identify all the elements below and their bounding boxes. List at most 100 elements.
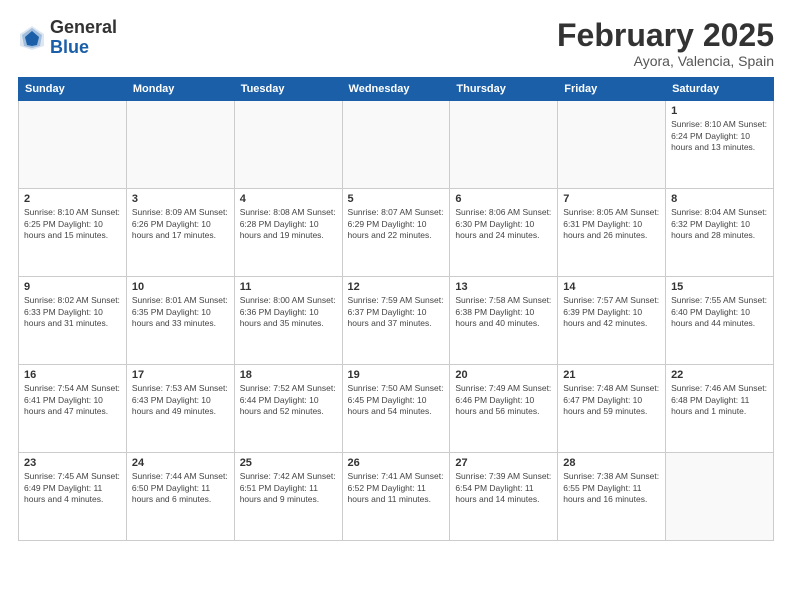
day-info: Sunrise: 7:58 AM Sunset: 6:38 PM Dayligh… [455, 295, 552, 329]
day-number: 13 [455, 281, 552, 293]
calendar-title: February 2025 [557, 18, 774, 53]
logo-text: General Blue [50, 18, 117, 58]
day-number: 2 [24, 193, 121, 205]
day-number: 4 [240, 193, 337, 205]
table-row: 21 Sunrise: 7:48 AM Sunset: 6:47 PM Dayli… [558, 365, 666, 453]
day-number: 12 [348, 281, 445, 293]
table-row: 22 Sunrise: 7:46 AM Sunset: 6:48 PM Dayli… [666, 365, 774, 453]
logo: General Blue [18, 18, 117, 58]
day-info: Sunrise: 8:08 AM Sunset: 6:28 PM Dayligh… [240, 207, 337, 241]
day-number: 27 [455, 457, 552, 469]
day-number: 23 [24, 457, 121, 469]
title-block: February 2025 Ayora, Valencia, Spain [557, 18, 774, 69]
day-number: 16 [24, 369, 121, 381]
day-info: Sunrise: 7:48 AM Sunset: 6:47 PM Dayligh… [563, 383, 660, 417]
day-info: Sunrise: 8:07 AM Sunset: 6:29 PM Dayligh… [348, 207, 445, 241]
col-wednesday: Wednesday [342, 78, 450, 101]
logo-icon [18, 24, 46, 52]
day-info: Sunrise: 7:45 AM Sunset: 6:49 PM Dayligh… [24, 471, 121, 505]
logo-general: General [50, 18, 117, 38]
day-number: 10 [132, 281, 229, 293]
table-row [342, 101, 450, 189]
table-row [19, 101, 127, 189]
day-info: Sunrise: 7:46 AM Sunset: 6:48 PM Dayligh… [671, 383, 768, 417]
day-number: 1 [671, 105, 768, 117]
day-info: Sunrise: 7:50 AM Sunset: 6:45 PM Dayligh… [348, 383, 445, 417]
table-row: 9 Sunrise: 8:02 AM Sunset: 6:33 PM Daylig… [19, 277, 127, 365]
table-row: 1 Sunrise: 8:10 AM Sunset: 6:24 PM Daylig… [666, 101, 774, 189]
day-info: Sunrise: 8:01 AM Sunset: 6:35 PM Dayligh… [132, 295, 229, 329]
table-row: 27 Sunrise: 7:39 AM Sunset: 6:54 PM Dayli… [450, 453, 558, 541]
table-row: 23 Sunrise: 7:45 AM Sunset: 6:49 PM Dayli… [19, 453, 127, 541]
table-row: 12Sunrise: 7:59 AM Sunset: 6:37 PM Dayli… [342, 277, 450, 365]
day-number: 6 [455, 193, 552, 205]
day-number: 26 [348, 457, 445, 469]
table-row [558, 101, 666, 189]
table-row [666, 453, 774, 541]
day-info: Sunrise: 7:53 AM Sunset: 6:43 PM Dayligh… [132, 383, 229, 417]
day-number: 22 [671, 369, 768, 381]
table-row: 15 Sunrise: 7:55 AM Sunset: 6:40 PM Dayli… [666, 277, 774, 365]
table-row: 26 Sunrise: 7:41 AM Sunset: 6:52 PM Dayli… [342, 453, 450, 541]
table-row: 6 Sunrise: 8:06 AM Sunset: 6:30 PM Daylig… [450, 189, 558, 277]
day-number: 15 [671, 281, 768, 293]
table-row: 20Sunrise: 7:49 AM Sunset: 6:46 PM Dayli… [450, 365, 558, 453]
day-number: 5 [348, 193, 445, 205]
table-row: 24 Sunrise: 7:44 AM Sunset: 6:50 PM Dayli… [126, 453, 234, 541]
table-row: 18 Sunrise: 7:52 AM Sunset: 6:44 PM Dayli… [234, 365, 342, 453]
day-number: 28 [563, 457, 660, 469]
day-info: Sunrise: 7:44 AM Sunset: 6:50 PM Dayligh… [132, 471, 229, 505]
day-number: 7 [563, 193, 660, 205]
day-info: Sunrise: 8:02 AM Sunset: 6:33 PM Dayligh… [24, 295, 121, 329]
day-number: 24 [132, 457, 229, 469]
day-info: Sunrise: 7:38 AM Sunset: 6:55 PM Dayligh… [563, 471, 660, 505]
day-number: 17 [132, 369, 229, 381]
table-row: 2 Sunrise: 8:10 AM Sunset: 6:25 PM Daylig… [19, 189, 127, 277]
col-monday: Monday [126, 78, 234, 101]
table-row [450, 101, 558, 189]
day-info: Sunrise: 8:00 AM Sunset: 6:36 PM Dayligh… [240, 295, 337, 329]
day-info: Sunrise: 8:10 AM Sunset: 6:24 PM Dayligh… [671, 119, 768, 153]
day-number: 21 [563, 369, 660, 381]
day-info: Sunrise: 7:52 AM Sunset: 6:44 PM Dayligh… [240, 383, 337, 417]
day-info: Sunrise: 7:39 AM Sunset: 6:54 PM Dayligh… [455, 471, 552, 505]
col-saturday: Saturday [666, 78, 774, 101]
calendar-week-row: 9 Sunrise: 8:02 AM Sunset: 6:33 PM Daylig… [19, 277, 774, 365]
col-tuesday: Tuesday [234, 78, 342, 101]
table-row: 17 Sunrise: 7:53 AM Sunset: 6:43 PM Dayli… [126, 365, 234, 453]
calendar-header-row: Sunday Monday Tuesday Wednesday Thursday… [19, 78, 774, 101]
calendar-table: Sunday Monday Tuesday Wednesday Thursday… [18, 77, 774, 541]
table-row: 16Sunrise: 7:54 AM Sunset: 6:41 PM Dayli… [19, 365, 127, 453]
day-number: 25 [240, 457, 337, 469]
table-row: 3Sunrise: 8:09 AM Sunset: 6:26 PM Daylig… [126, 189, 234, 277]
table-row: 7Sunrise: 8:05 AM Sunset: 6:31 PM Daylig… [558, 189, 666, 277]
logo-blue: Blue [50, 38, 117, 58]
day-number: 9 [24, 281, 121, 293]
table-row [126, 101, 234, 189]
day-info: Sunrise: 8:10 AM Sunset: 6:25 PM Dayligh… [24, 207, 121, 241]
day-info: Sunrise: 8:04 AM Sunset: 6:32 PM Dayligh… [671, 207, 768, 241]
calendar-week-row: 2 Sunrise: 8:10 AM Sunset: 6:25 PM Daylig… [19, 189, 774, 277]
day-info: Sunrise: 7:55 AM Sunset: 6:40 PM Dayligh… [671, 295, 768, 329]
table-row: 13 Sunrise: 7:58 AM Sunset: 6:38 PM Dayli… [450, 277, 558, 365]
page-header: General Blue February 2025 Ayora, Valenc… [18, 18, 774, 69]
table-row: 11 Sunrise: 8:00 AM Sunset: 6:36 PM Dayli… [234, 277, 342, 365]
day-info: Sunrise: 7:57 AM Sunset: 6:39 PM Dayligh… [563, 295, 660, 329]
table-row: 5 Sunrise: 8:07 AM Sunset: 6:29 PM Daylig… [342, 189, 450, 277]
calendar-week-row: 16Sunrise: 7:54 AM Sunset: 6:41 PM Dayli… [19, 365, 774, 453]
col-friday: Friday [558, 78, 666, 101]
day-info: Sunrise: 7:41 AM Sunset: 6:52 PM Dayligh… [348, 471, 445, 505]
day-number: 19 [348, 369, 445, 381]
day-info: Sunrise: 7:42 AM Sunset: 6:51 PM Dayligh… [240, 471, 337, 505]
calendar-subtitle: Ayora, Valencia, Spain [557, 53, 774, 69]
day-number: 8 [671, 193, 768, 205]
day-number: 11 [240, 281, 337, 293]
day-info: Sunrise: 7:49 AM Sunset: 6:46 PM Dayligh… [455, 383, 552, 417]
table-row: 14Sunrise: 7:57 AM Sunset: 6:39 PM Dayli… [558, 277, 666, 365]
table-row: 28 Sunrise: 7:38 AM Sunset: 6:55 PM Dayli… [558, 453, 666, 541]
day-number: 3 [132, 193, 229, 205]
day-number: 18 [240, 369, 337, 381]
day-info: Sunrise: 8:06 AM Sunset: 6:30 PM Dayligh… [455, 207, 552, 241]
calendar-week-row: 1 Sunrise: 8:10 AM Sunset: 6:24 PM Daylig… [19, 101, 774, 189]
table-row: 19 Sunrise: 7:50 AM Sunset: 6:45 PM Dayli… [342, 365, 450, 453]
